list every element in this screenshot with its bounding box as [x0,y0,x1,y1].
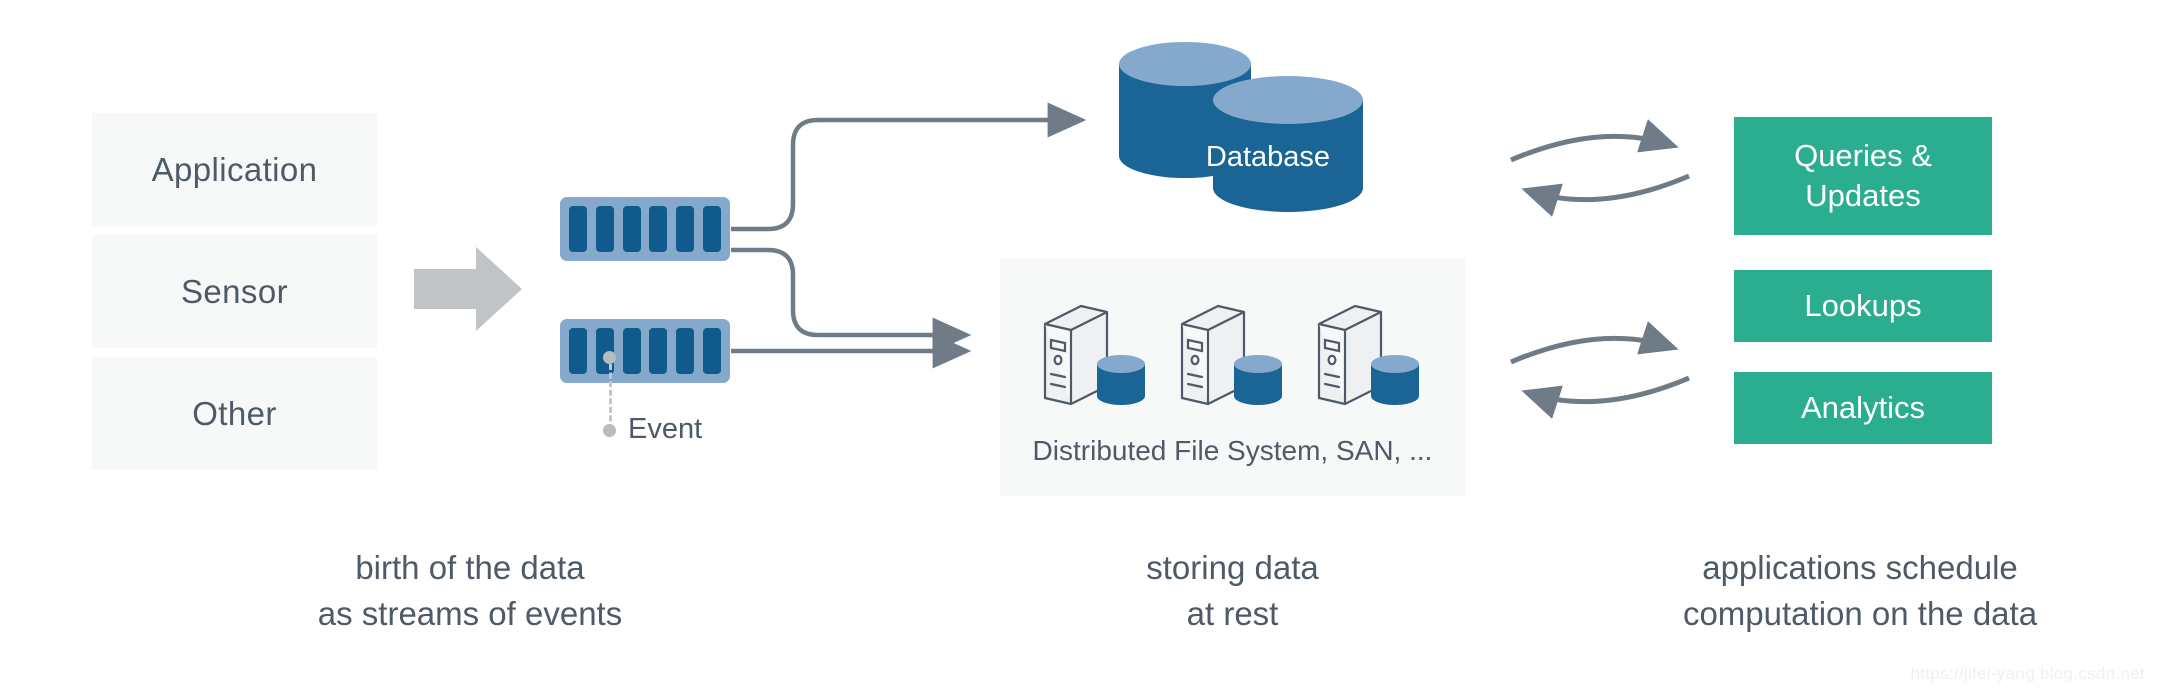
server-icon [1180,304,1282,406]
ingest-arrow-icon [414,247,522,331]
action-box-lookups: Lookups [1734,270,1992,342]
action-label: Lookups [1804,287,1922,323]
stream-segment [702,328,721,374]
action-box-analytics: Analytics [1734,372,1992,444]
source-label: Sensor [181,272,288,310]
caption-storing-data: storing data at rest [1146,549,1319,632]
server-icon [1317,304,1419,406]
stream-segment [622,206,641,252]
source-box-other: Other [92,357,377,470]
connector-stream-to-storage-a [731,247,972,353]
watermark: https://jifei-yang.blog.csdn.net [1910,664,2145,683]
source-label: Other [192,394,277,432]
event-callout-line [609,364,612,430]
action-box-queries-updates: Queries & Updates [1734,117,1992,235]
stream-segment [649,328,668,374]
event-stream-top [560,197,730,261]
stream-segment [702,206,721,252]
storage-caption: Distributed File System, SAN, ... [1032,435,1433,466]
caption-applications-schedule: applications schedule computation on the … [1682,549,2038,632]
bidirectional-arrow-icon [1510,119,1690,217]
source-box-sensor: Sensor [92,235,377,348]
stream-segment [676,206,695,252]
connector-stream-to-database [731,102,1087,232]
stream-segment [622,328,641,374]
action-label: Queries & Updates [1794,137,1932,213]
event-stream-bottom [560,319,730,383]
source-box-application: Application [92,113,377,226]
event-marker-dot [603,351,616,364]
stream-segment [569,206,587,252]
event-legend-label: Event [628,413,703,445]
database-label: Database [1205,141,1331,173]
stream-segment [649,206,668,252]
stream-segment [676,328,695,374]
bidirectional-arrow-icon [1510,321,1690,419]
stream-segment [569,328,587,374]
event-legend-dot-icon [603,424,616,437]
stream-segment [595,206,614,252]
source-label: Application [151,150,318,188]
database-icon [1119,42,1363,212]
action-label: Analytics [1800,389,1926,425]
caption-birth-of-data: birth of the data as streams of events [317,549,623,632]
diagram-canvas: Application Sensor Other Event Database … [0,0,2161,690]
server-icon [1043,304,1145,406]
